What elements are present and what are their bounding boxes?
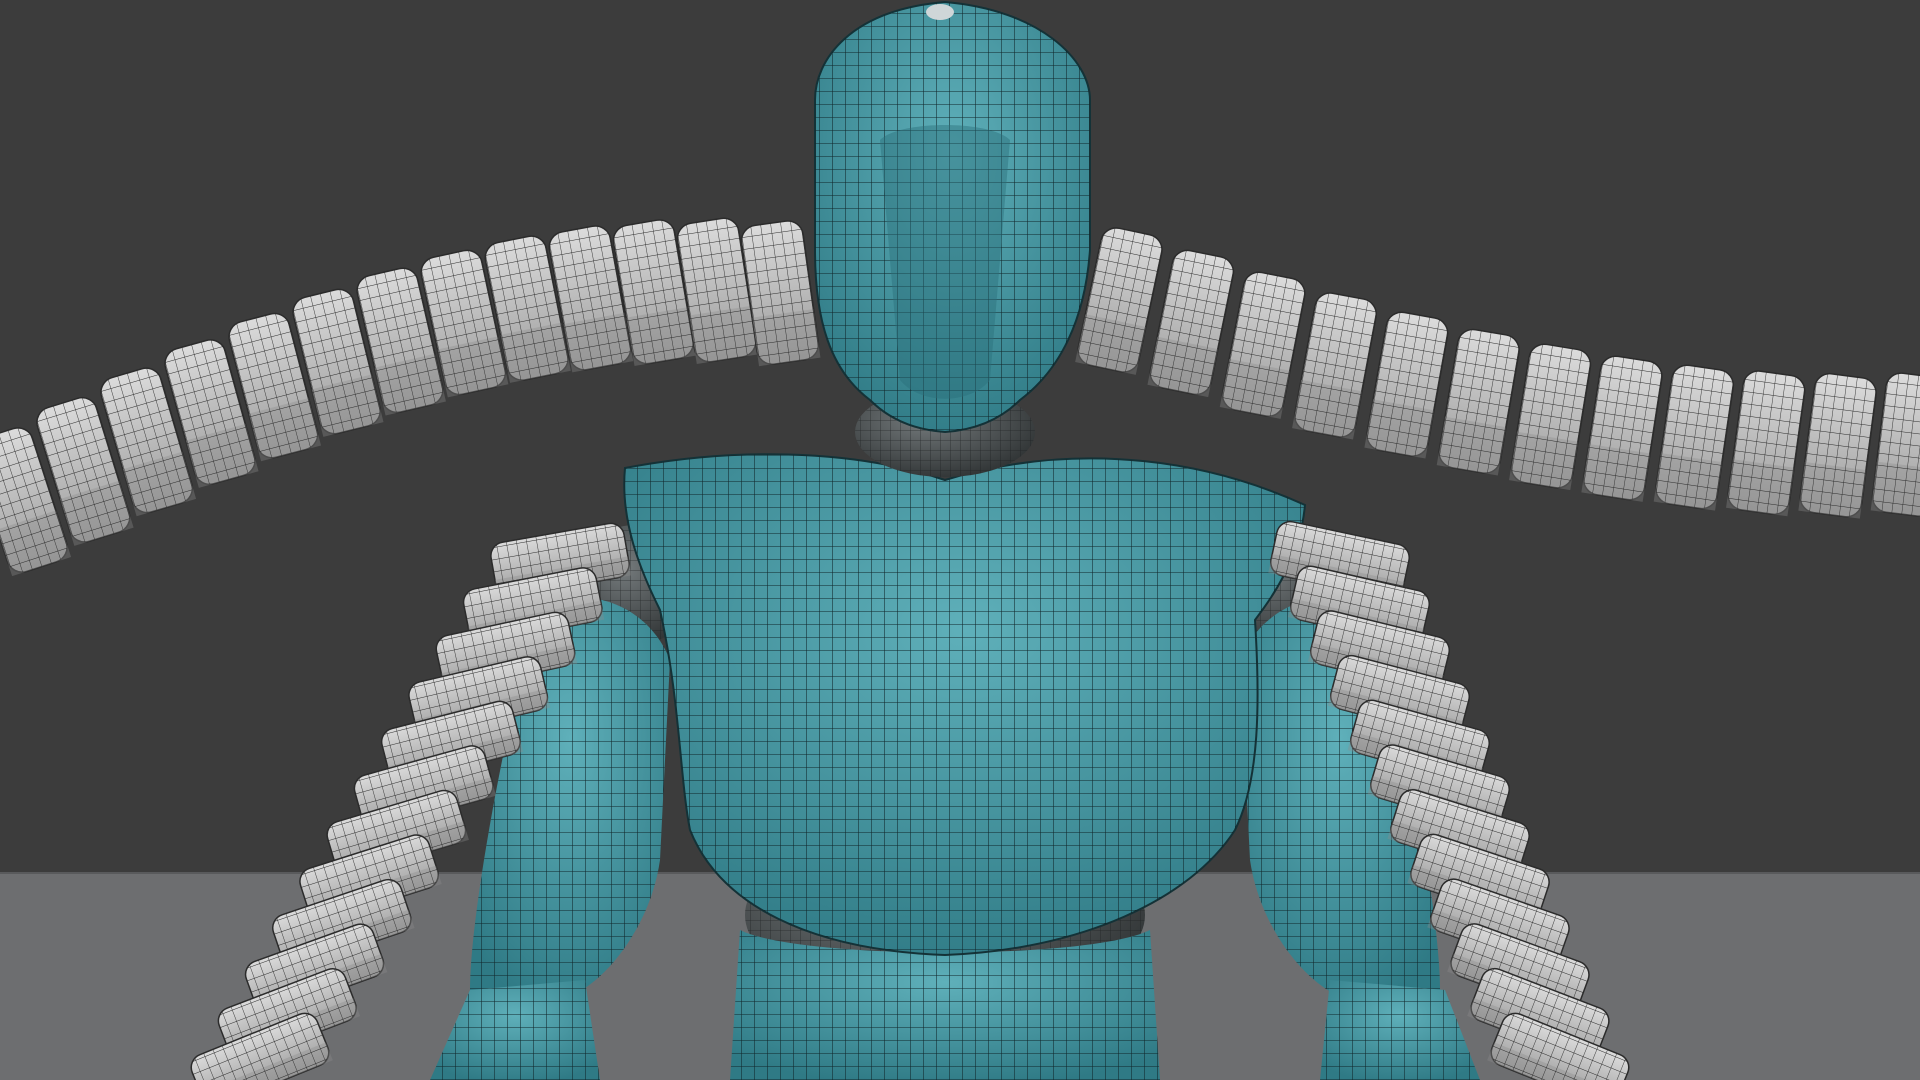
viewport-scene[interactable] <box>0 0 1920 1080</box>
character-head[interactable] <box>814 0 1091 434</box>
3d-viewport[interactable] <box>0 0 1920 1080</box>
